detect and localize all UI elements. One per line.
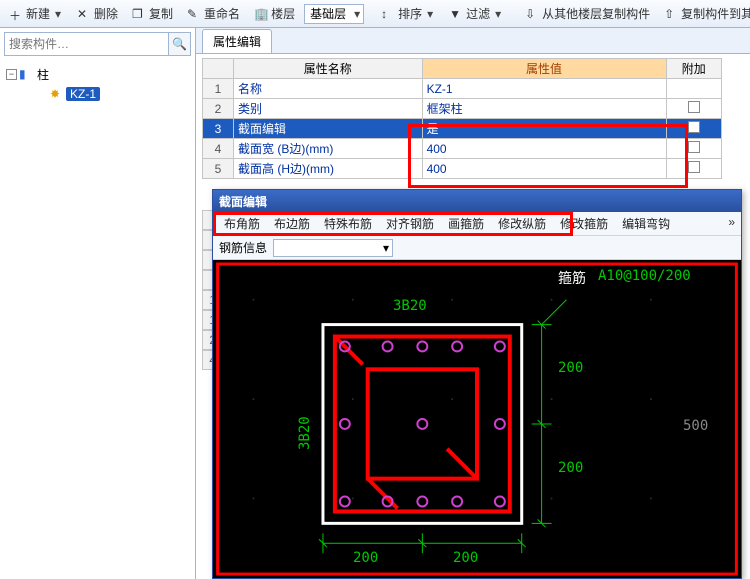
tree-label: KZ-1 [66, 87, 100, 101]
property-grid: 属性名称 属性值 附加 1 名称 KZ-1 2 类别 框架柱 3 [202, 58, 722, 179]
delete-button[interactable]: ✕删除 [72, 2, 123, 25]
copy-from-floor-button[interactable]: ⇩从其他楼层复制构件 [520, 2, 655, 25]
filter-icon: ▼ [449, 7, 463, 21]
dim-label: 200 [453, 550, 478, 566]
tree-item-kz1[interactable]: ✸ KZ-1 [2, 84, 193, 104]
copy-icon: ❐ [132, 7, 146, 21]
editor-subtoolbar: 钢筋信息 ▾ [213, 236, 741, 260]
column-icon: ▮ [19, 67, 33, 81]
table-row[interactable]: 1 名称 KZ-1 [203, 79, 722, 99]
rebar-info-select[interactable]: ▾ [273, 239, 393, 257]
table-row[interactable]: 2 类别 框架柱 [203, 99, 722, 119]
main-toolbar: ＋新建▾ ✕删除 ❐复制 ✎重命名 🏢楼层 基础层▾ ↕排序▾ ▼过滤▾ ⇩从其… [0, 0, 750, 28]
menu-overflow-icon[interactable]: » [728, 215, 735, 229]
new-button[interactable]: ＋新建▾ [4, 2, 68, 25]
menu-draw-stirrup[interactable]: 画箍筋 [441, 213, 491, 234]
export-icon: ⇧ [664, 7, 678, 21]
chevron-down-icon: ▾ [383, 241, 389, 255]
stirrup-value: A10@100/200 [598, 268, 691, 284]
chevron-down-icon[interactable]: ▾ [425, 7, 435, 21]
grid-header: 属性名称 属性值 附加 [203, 59, 722, 79]
star-icon: ✸ [50, 87, 64, 101]
col-attr-extra[interactable]: 附加 [666, 59, 721, 79]
import-icon: ⇩ [525, 7, 539, 21]
chevron-down-icon: ▾ [351, 7, 361, 21]
rebar-left-label: 3B20 [297, 416, 313, 450]
search-input[interactable] [5, 33, 168, 55]
checkbox[interactable] [688, 161, 700, 173]
search-button[interactable]: 🔍 [168, 33, 190, 55]
table-row[interactable]: 4 截面宽 (B边)(mm) 400 [203, 139, 722, 159]
stirrup-label: 箍筋 [558, 268, 586, 288]
tree-root-column[interactable]: − ▮ 柱 [2, 64, 193, 84]
menu-edit-hook[interactable]: 编辑弯钩 [615, 213, 677, 234]
window-titlebar[interactable]: 截面编辑 [213, 190, 741, 212]
checkbox[interactable] [688, 101, 700, 113]
menu-corner-rebar[interactable]: 布角筋 [217, 213, 267, 234]
menu-edit-longitudinal[interactable]: 修改纵筋 [491, 213, 553, 234]
search-bar: 🔍 [4, 32, 191, 56]
section-editor-window: 截面编辑 布角筋 布边筋 特殊布筋 对齐钢筋 画箍筋 修改纵筋 修改箍筋 编辑弯… [212, 189, 742, 579]
checkbox[interactable] [688, 141, 700, 153]
chevron-down-icon[interactable]: ▾ [493, 7, 503, 21]
pencil-icon: ✎ [187, 7, 201, 21]
editor-menubar: 布角筋 布边筋 特殊布筋 对齐钢筋 画箍筋 修改纵筋 修改箍筋 编辑弯钩 » [213, 212, 741, 236]
plus-icon: ＋ [9, 7, 23, 21]
dim-label: 200 [558, 360, 583, 376]
filter-button[interactable]: ▼过滤▾ [444, 2, 508, 25]
search-icon: 🔍 [172, 37, 187, 51]
floor-select[interactable]: 基础层▾ [304, 4, 364, 24]
x-icon: ✕ [77, 7, 91, 21]
copy-button[interactable]: ❐复制 [127, 2, 178, 25]
menu-special-rebar[interactable]: 特殊布筋 [317, 213, 379, 234]
col-attr-value[interactable]: 属性值 [422, 59, 666, 79]
building-icon: 🏢 [254, 7, 268, 21]
sort-button[interactable]: ↕排序▾ [376, 2, 440, 25]
component-tree-panel: 🔍 − ▮ 柱 ✸ KZ-1 [0, 28, 196, 579]
tab-property-edit[interactable]: 属性编辑 [202, 29, 272, 53]
dim-label: 200 [353, 550, 378, 566]
section-drawing [213, 260, 741, 578]
copy-to-floor-button[interactable]: ⇧复制构件到其他楼层 [659, 2, 750, 25]
dim-label: 200 [558, 460, 583, 476]
sort-icon: ↕ [381, 7, 395, 21]
axis-x-label: 500 [683, 418, 708, 434]
collapse-icon[interactable]: − [6, 69, 17, 80]
menu-edit-stirrup[interactable]: 修改箍筋 [553, 213, 615, 234]
col-attr-name[interactable]: 属性名称 [234, 59, 423, 79]
table-row-selected[interactable]: 3 截面编辑 是 [203, 119, 722, 139]
tree-label: 柱 [35, 66, 51, 83]
rename-button[interactable]: ✎重命名 [182, 2, 245, 25]
rebar-top-label: 3B20 [393, 298, 427, 314]
menu-align-rebar[interactable]: 对齐钢筋 [379, 213, 441, 234]
table-row[interactable]: 5 截面高 (H边)(mm) 400 [203, 159, 722, 179]
floor-label: 🏢楼层 [249, 2, 300, 25]
chevron-down-icon[interactable]: ▾ [53, 7, 63, 21]
menu-side-rebar[interactable]: 布边筋 [267, 213, 317, 234]
tree: − ▮ 柱 ✸ KZ-1 [0, 60, 195, 579]
checkbox[interactable] [688, 121, 700, 133]
rebar-info-label: 钢筋信息 [219, 239, 267, 256]
section-canvas[interactable]: 3B20 3B20 箍筋 A10@100/200 200 200 200 200… [213, 260, 741, 578]
tab-strip: 属性编辑 [196, 28, 750, 54]
